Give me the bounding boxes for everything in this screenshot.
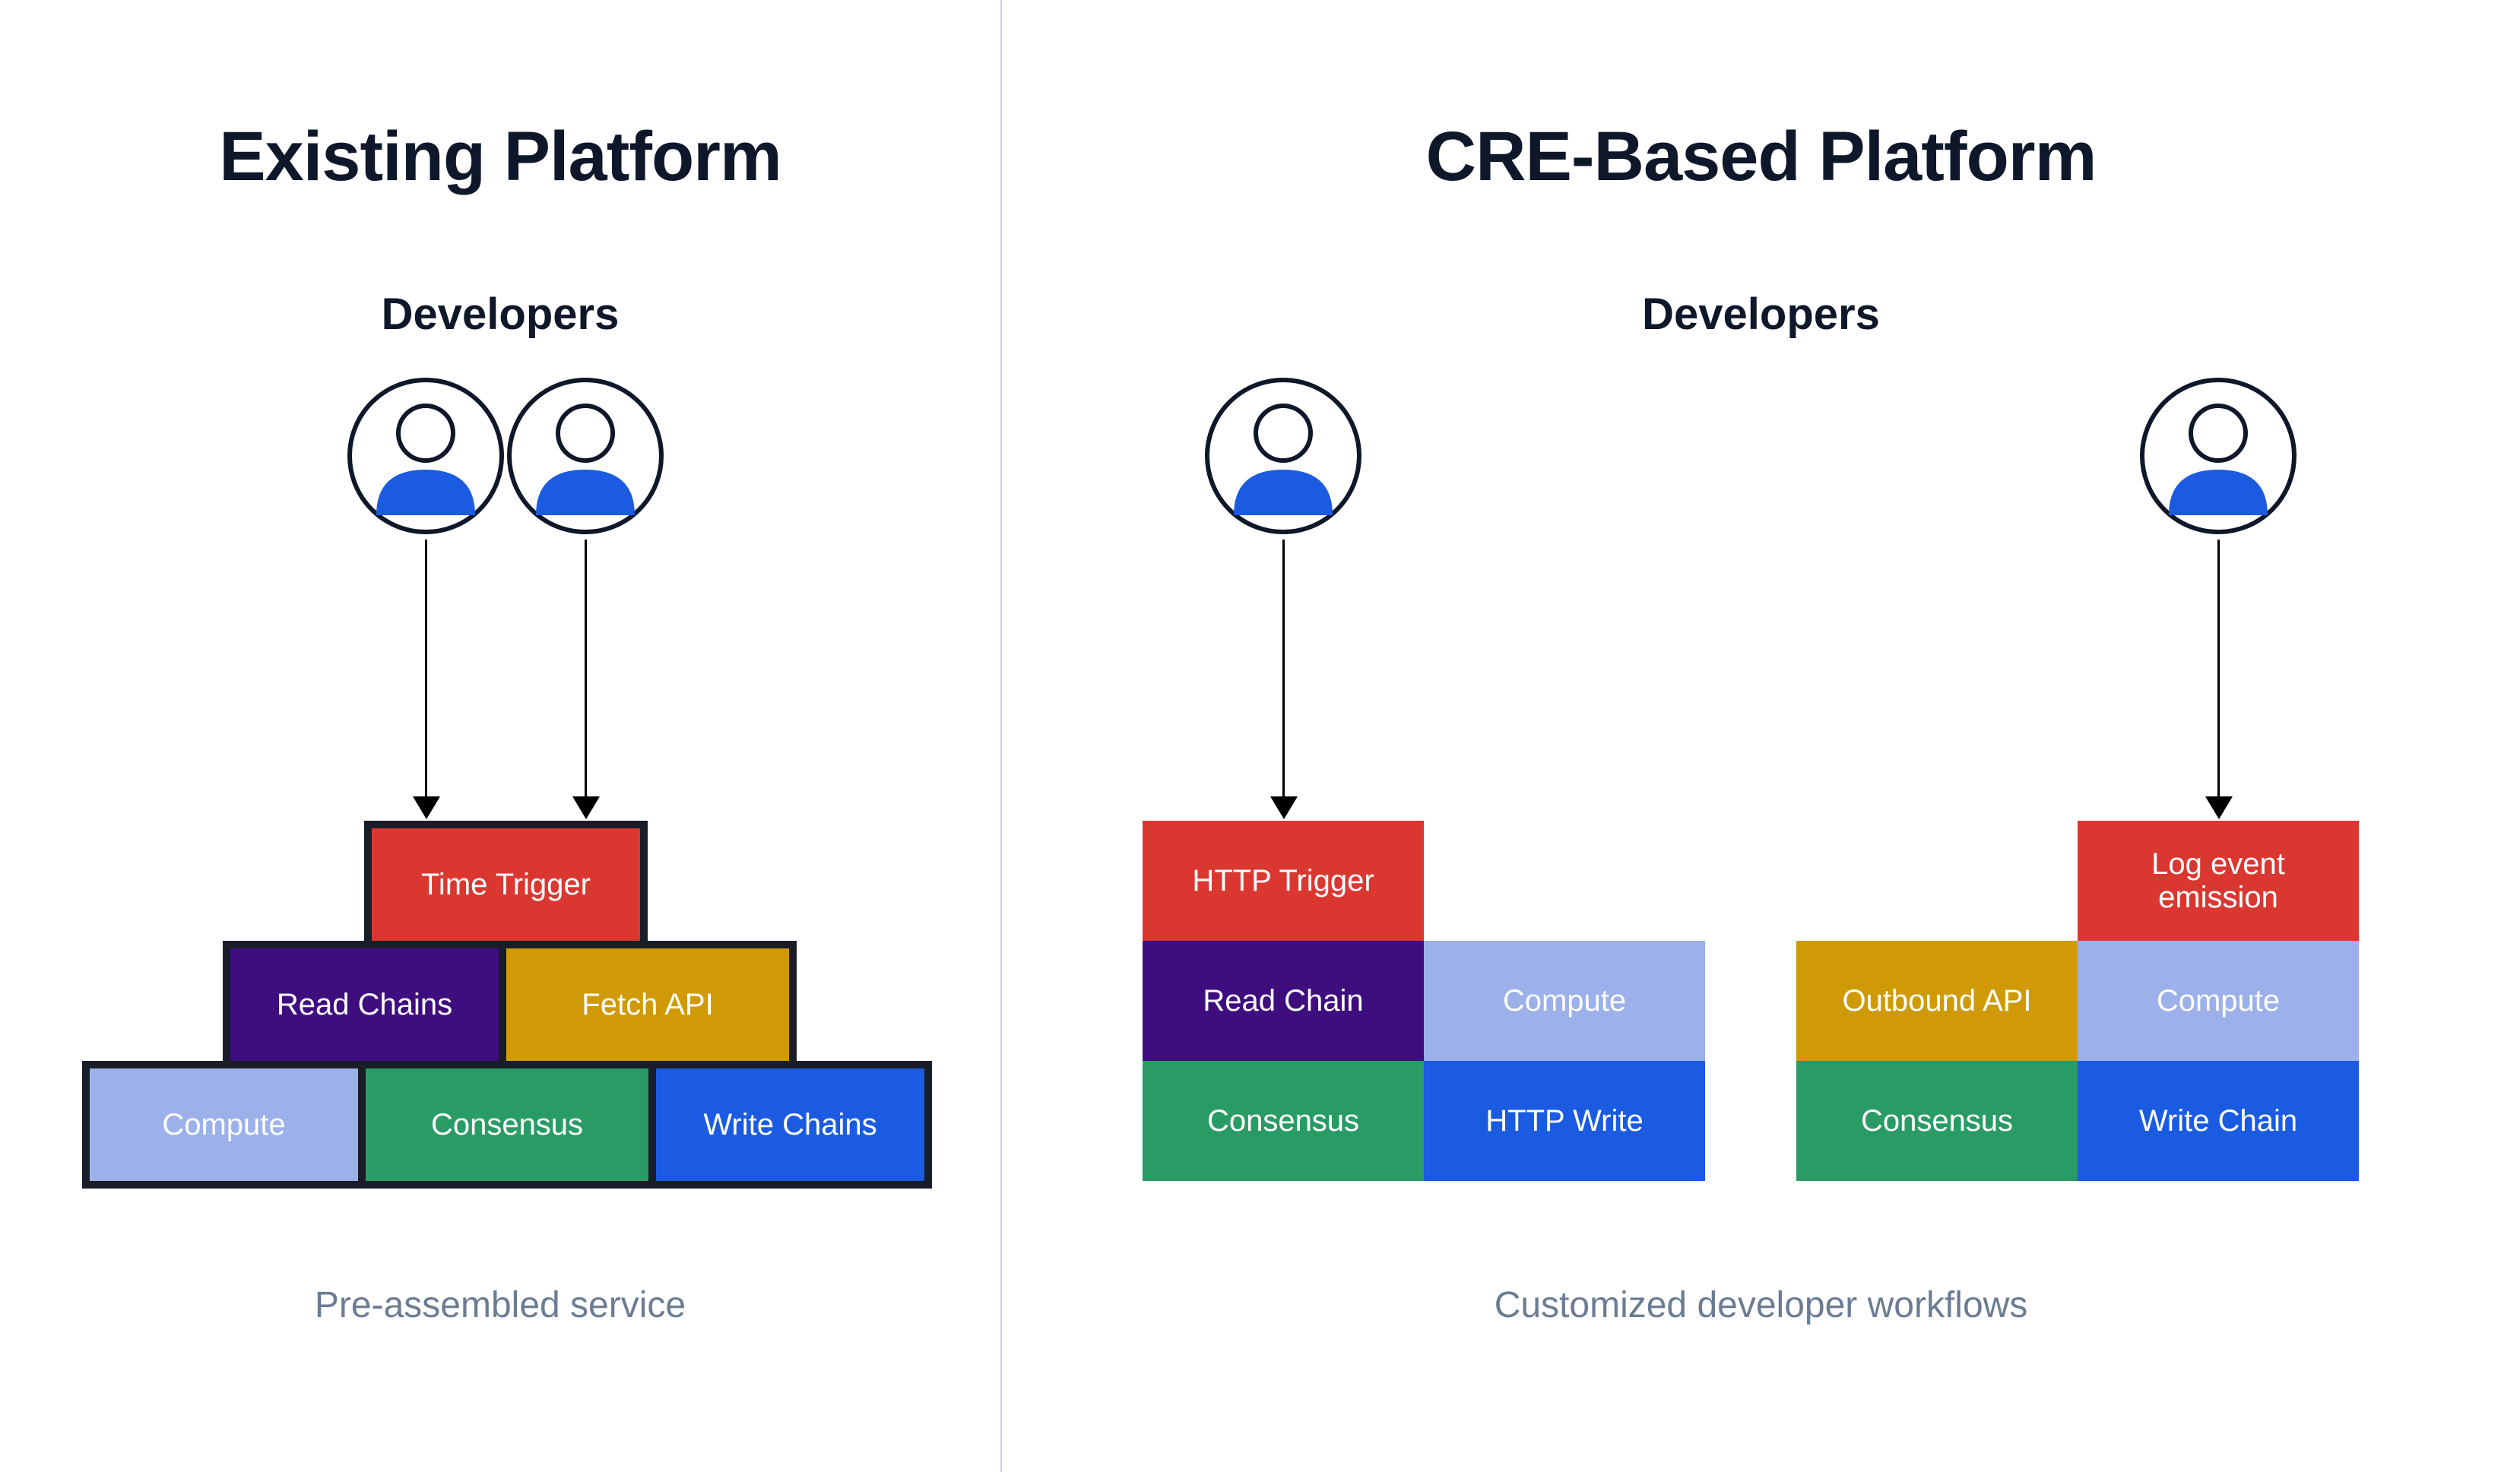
arrow-line	[585, 540, 587, 798]
user-icon	[2135, 372, 2302, 540]
block-outbound-api: Outbound API	[1796, 941, 2078, 1061]
arrow-line	[425, 540, 427, 798]
left-caption: Pre-assembled service	[0, 1284, 1000, 1326]
block-read-chain: Read Chain	[1143, 941, 1424, 1061]
arrow-head-icon	[572, 796, 600, 819]
block-time-trigger: Time Trigger	[364, 821, 648, 948]
arrow-head-icon	[413, 796, 440, 819]
block-compute-b: Compute	[2078, 941, 2359, 1061]
arrow-head-icon	[1270, 796, 1298, 819]
right-caption: Customized developer workflows	[1002, 1284, 2520, 1326]
arrow-head-icon	[2205, 796, 2233, 819]
block-http-trigger: HTTP Trigger	[1143, 821, 1424, 941]
block-compute-a: Compute	[1424, 941, 1705, 1061]
block-write-chains: Write Chains	[648, 1061, 932, 1189]
block-compute: Compute	[82, 1061, 366, 1189]
arrow-line	[2217, 540, 2220, 798]
left-title: Existing Platform	[0, 122, 1000, 192]
vertical-divider	[1000, 0, 1002, 1472]
arrow-line	[1282, 540, 1285, 798]
right-title: CRE-Based Platform	[1002, 122, 2520, 192]
block-log-event: Log event emission	[2078, 821, 2359, 941]
block-http-write: HTTP Write	[1424, 1061, 1705, 1181]
right-subtitle: Developers	[1002, 289, 2520, 340]
block-fetch-api: Fetch API	[499, 941, 797, 1068]
left-subtitle: Developers	[0, 289, 1000, 340]
block-write-chain: Write Chain	[2078, 1061, 2359, 1181]
user-icon	[1200, 372, 1367, 540]
block-read-chains: Read Chains	[223, 941, 506, 1068]
block-consensus: Consensus	[358, 1061, 656, 1189]
block-consensus-a: Consensus	[1143, 1061, 1424, 1181]
block-consensus-b: Consensus	[1796, 1061, 2078, 1181]
user-icon	[342, 372, 509, 540]
user-icon	[502, 372, 669, 540]
